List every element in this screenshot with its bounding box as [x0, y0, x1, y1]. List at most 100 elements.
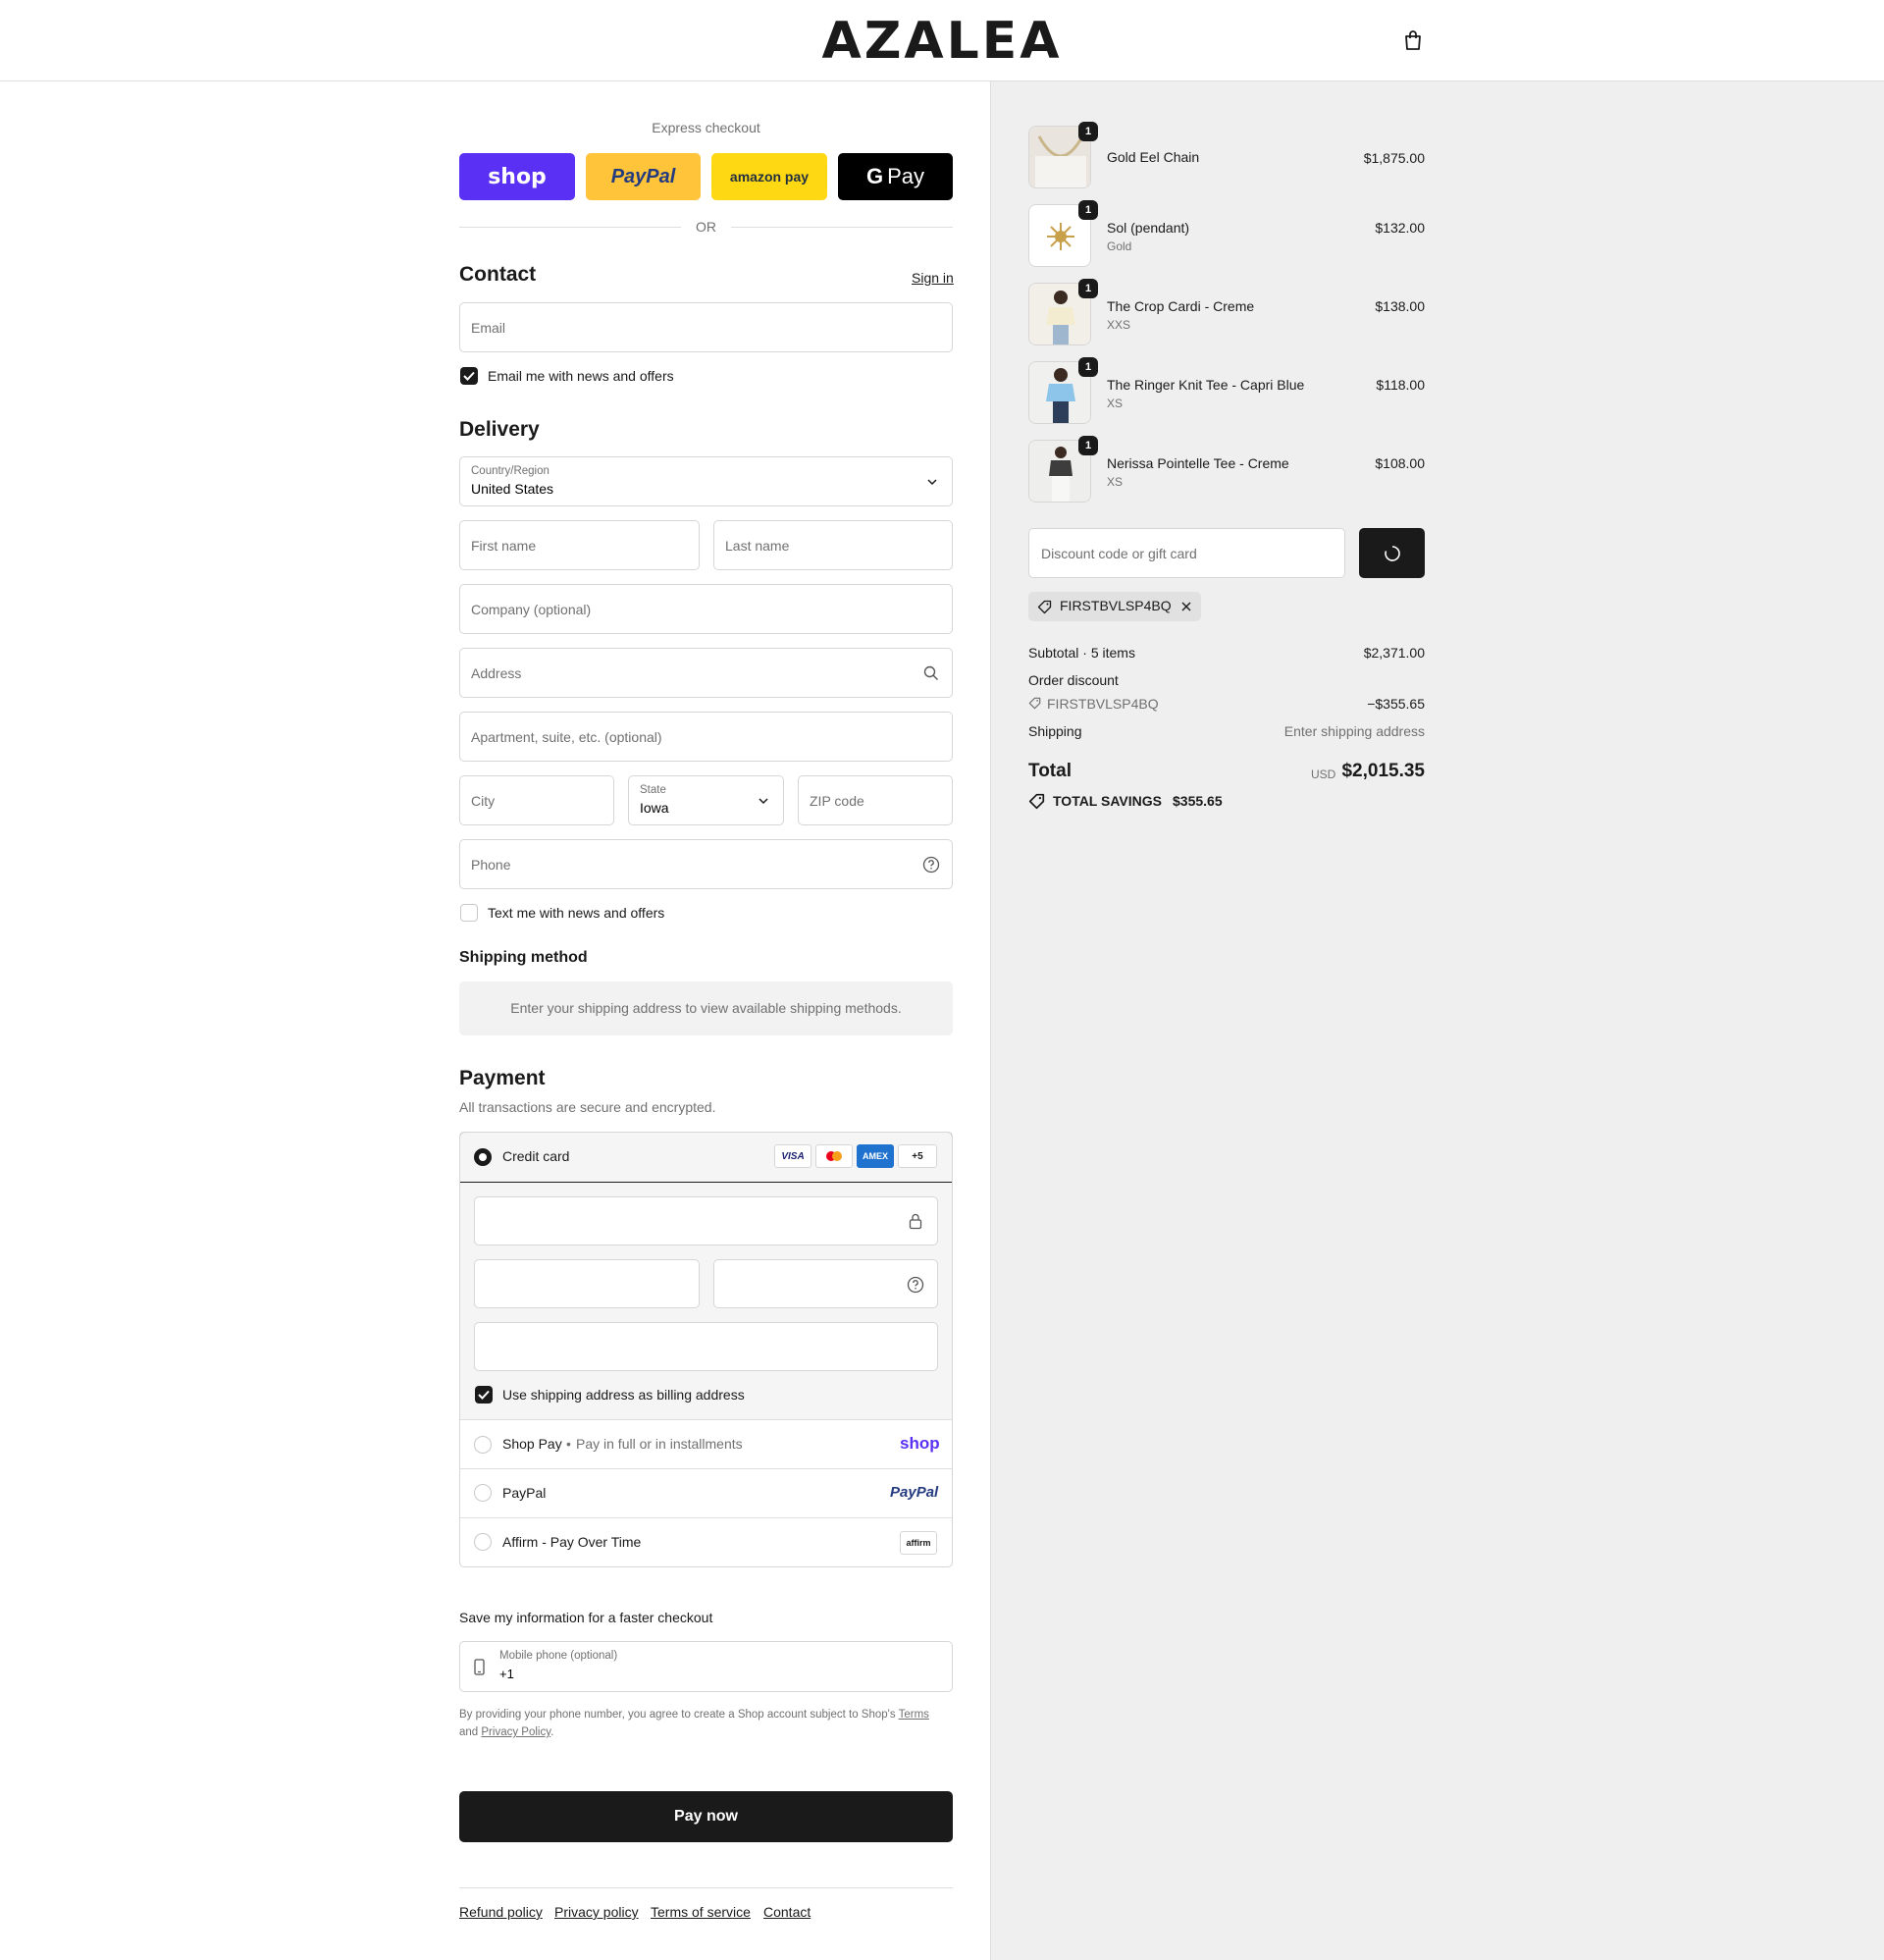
security-code-field[interactable] [713, 1259, 938, 1308]
email-news-checkbox[interactable] [460, 367, 478, 385]
email-field[interactable]: Email [459, 302, 953, 352]
or-divider-label: OR [696, 219, 716, 235]
shop-pay-radio[interactable] [474, 1436, 492, 1454]
country-select[interactable]: Country/Region United States [459, 456, 953, 506]
legal-and: and [459, 1726, 479, 1738]
affirm-logo: affirm [900, 1531, 937, 1555]
shop-pay-sublabel: Pay in full or in installments [576, 1436, 743, 1452]
loading-spinner-icon [1384, 545, 1400, 561]
product-name: Nerissa Pointelle Tee - Creme [1107, 455, 1289, 471]
google-g-icon: G [865, 164, 884, 188]
card-number-field[interactable] [474, 1196, 938, 1245]
tag-icon [1028, 697, 1041, 710]
country-label: Country/Region [471, 465, 550, 477]
shop-legal-text: By providing your phone number, you agre… [459, 1706, 953, 1741]
apartment-field[interactable]: Apartment, suite, etc. (optional) [459, 712, 953, 762]
shop-pay-label: Shop Pay [502, 1436, 562, 1452]
refund-policy-link[interactable]: Refund policy [459, 1904, 543, 1920]
state-select[interactable]: State Iowa [628, 775, 784, 825]
total-value: $2,015.35 [1341, 761, 1425, 781]
address-field[interactable]: Address [459, 648, 953, 698]
billing-address-label: Use shipping address as billing address [502, 1387, 745, 1403]
product-name: Sol (pendant) [1107, 220, 1190, 236]
amazon-pay-express-button[interactable]: amazon pay [711, 153, 827, 200]
credit-card-label: Credit card [502, 1148, 570, 1164]
total-savings-value: $355.65 [1173, 793, 1223, 809]
mobile-phone-label: Mobile phone (optional) [499, 1650, 618, 1662]
product-variant: XXS [1107, 318, 1131, 332]
product-variant: XS [1107, 475, 1124, 489]
divider [731, 227, 953, 228]
text-news-checkbox[interactable] [460, 904, 478, 922]
total-savings-label: TOTAL SAVINGS [1053, 793, 1162, 809]
city-field[interactable]: City [459, 775, 614, 825]
zip-field[interactable]: ZIP code [798, 775, 953, 825]
shop-pay-logo: shop [488, 164, 547, 189]
apply-discount-button[interactable] [1359, 528, 1425, 578]
lock-icon [909, 1213, 922, 1230]
product-price: $1,875.00 [1363, 150, 1425, 166]
product-variant: XS [1107, 397, 1124, 410]
product-price: $132.00 [1375, 220, 1425, 236]
affirm-radio[interactable] [474, 1533, 492, 1551]
product-name: The Ringer Knit Tee - Capri Blue [1107, 377, 1305, 393]
order-discount-label: Order discount [1028, 672, 1119, 688]
discount-code-field[interactable]: Discount code or gift card [1028, 528, 1345, 578]
tag-icon [1037, 600, 1052, 614]
google-pay-label: Pay [887, 164, 925, 188]
product-price: $138.00 [1375, 298, 1425, 314]
paypal-logo: PayPal [610, 165, 676, 187]
brand-logo[interactable]: AZALEA [0, 12, 1884, 71]
paypal-express-button[interactable]: PayPal [586, 153, 701, 200]
express-checkout-title: Express checkout [652, 120, 760, 135]
quantity-badge: 1 [1078, 279, 1098, 298]
legal-period: . [550, 1726, 554, 1738]
shop-pay-express-button[interactable]: shop [459, 153, 575, 200]
mobile-phone-icon [474, 1659, 485, 1675]
first-name-field[interactable]: First name [459, 520, 700, 570]
quantity-badge: 1 [1078, 122, 1098, 141]
mobile-phone-field[interactable]: Mobile phone (optional) +1 [459, 1641, 953, 1692]
privacy-policy-footer-link[interactable]: Privacy policy [554, 1904, 639, 1920]
email-news-label: Email me with news and offers [488, 368, 674, 384]
discount-placeholder: Discount code or gift card [1041, 545, 1197, 561]
checkmark-icon [478, 1390, 490, 1400]
shipping-method-notice: Enter your shipping address to view avai… [459, 981, 953, 1035]
total-label: Total [1028, 761, 1072, 781]
shopping-bag-icon[interactable] [1403, 29, 1423, 51]
name-on-card-field[interactable] [474, 1322, 938, 1371]
phone-field[interactable]: Phone [459, 839, 953, 889]
quantity-badge: 1 [1078, 200, 1098, 220]
amex-icon: AMEX [857, 1144, 894, 1168]
pay-now-label: Pay now [674, 1808, 738, 1825]
text-news-label: Text me with news and offers [488, 905, 665, 921]
quantity-badge: 1 [1078, 357, 1098, 377]
subtotal-label: Subtotal · 5 items [1028, 645, 1135, 661]
last-name-field[interactable]: Last name [713, 520, 953, 570]
sign-in-link[interactable]: Sign in [912, 270, 954, 286]
phone-placeholder: Phone [471, 856, 511, 873]
help-circle-icon[interactable] [907, 1276, 924, 1294]
discount-value: −$355.65 [1367, 696, 1425, 712]
product-price: $118.00 [1376, 377, 1425, 393]
contact-link[interactable]: Contact [763, 1904, 811, 1920]
billing-address-checkbox[interactable] [475, 1386, 493, 1404]
mastercard-circle [832, 1151, 842, 1161]
expiration-date-field[interactable] [474, 1259, 700, 1308]
terms-link[interactable]: Terms [899, 1709, 929, 1721]
country-value: United States [471, 481, 554, 497]
checkmark-icon [463, 371, 475, 381]
mobile-phone-value: +1 [499, 1667, 514, 1681]
help-circle-icon[interactable] [922, 856, 940, 874]
google-pay-express-button[interactable]: G Pay [838, 153, 953, 200]
terms-of-service-link[interactable]: Terms of service [651, 1904, 751, 1920]
close-icon[interactable] [1180, 601, 1192, 612]
shipping-value: Enter shipping address [1283, 723, 1425, 739]
privacy-policy-link[interactable]: Privacy Policy [481, 1726, 550, 1738]
paypal-radio[interactable] [474, 1484, 492, 1502]
order-summary-panel [990, 81, 1884, 1960]
pay-now-button[interactable]: Pay now [459, 1791, 953, 1842]
credit-card-radio[interactable] [474, 1148, 492, 1166]
company-field[interactable]: Company (optional) [459, 584, 953, 634]
payment-title: Payment [459, 1067, 546, 1089]
